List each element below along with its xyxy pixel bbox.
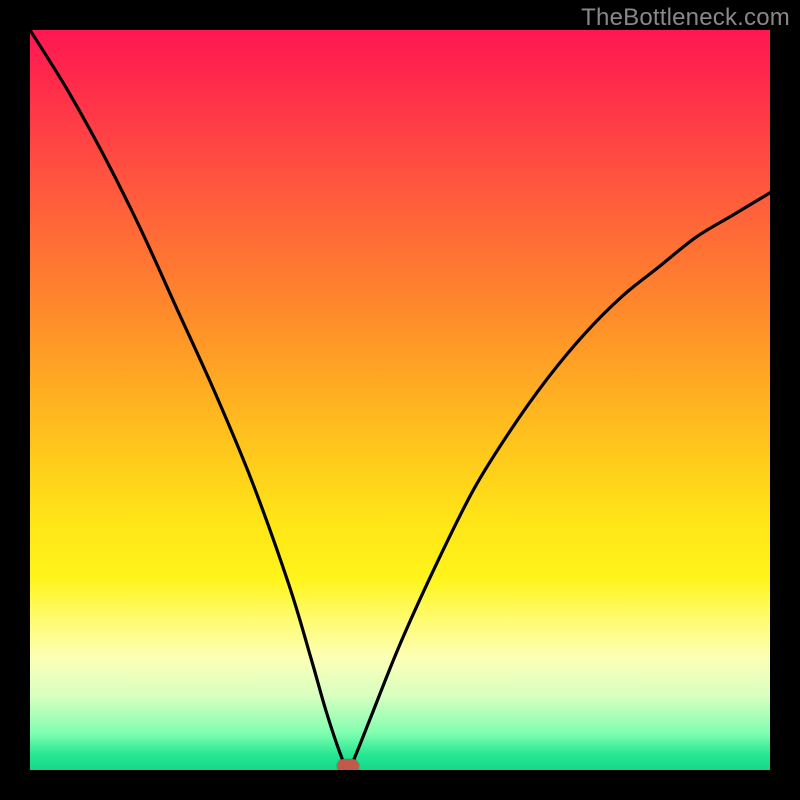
watermark-text: TheBottleneck.com <box>581 4 790 32</box>
balance-point-marker <box>337 759 359 770</box>
chart-frame: TheBottleneck.com <box>0 0 800 800</box>
plot-area <box>30 30 770 770</box>
bottleneck-curve <box>30 30 770 770</box>
